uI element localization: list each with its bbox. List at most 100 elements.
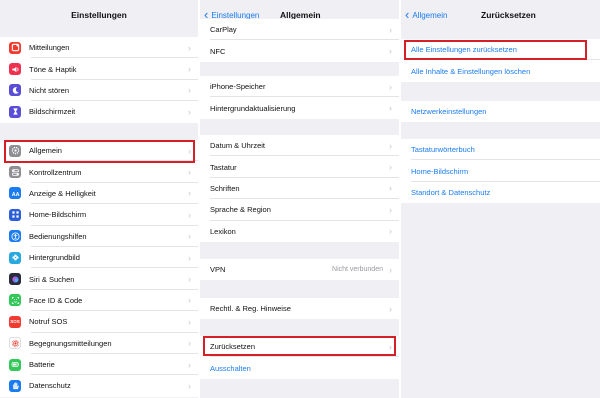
chevron-right-icon: › [389, 46, 392, 57]
list-item-alle-inhalte-einstellungen-löschen[interactable]: Alle Inhalte & Einstellungen löschen [401, 60, 600, 81]
list-item-netzwerkeinstellungen[interactable]: Netzwerkeinstellungen [401, 101, 600, 122]
chevron-right-icon: › [188, 85, 191, 96]
sidebar-item-begegnungsmitteilungen[interactable]: Begegnungsmitteilungen › [0, 333, 198, 355]
moon-icon [9, 84, 21, 97]
reset-title: Zurücksetzen [481, 10, 536, 20]
sidebar-item-label: Töne & Haptik [29, 64, 77, 74]
sidebar-item-datenschutz[interactable]: Datenschutz › [0, 375, 198, 396]
list-item-label: Schriften [210, 183, 240, 193]
list-item-iphone-speicher[interactable]: iPhone-Speicher › [200, 76, 399, 98]
list-item-hintergrundaktualisierung[interactable]: Hintergrundaktualisierung › [200, 97, 399, 118]
sidebar-item-notruf-sos[interactable]: SOS Notruf SOS › [0, 311, 198, 333]
toggles-icon [9, 166, 21, 179]
sidebar-item-label: Bildschirmzeit [29, 107, 76, 117]
sidebar-item-anzeige-helligkeit[interactable]: AA Anzeige & Helligkeit › [0, 183, 198, 205]
hand-icon [9, 379, 21, 392]
list-item-label: NFC [210, 46, 226, 56]
list-item-tastaturwörterbuch[interactable]: Tastaturwörterbuch [401, 139, 600, 161]
sidebar-item-label: Bedienungshilfen [29, 231, 87, 241]
chevron-right-icon: › [389, 81, 392, 92]
back-label: Allgemein [412, 10, 448, 20]
general-group-datetime: Datum & Uhrzeit › Tastatur › Schriften › Sprac… [200, 135, 399, 242]
sidebar-item-bildschirmzeit[interactable]: Bildschirmzeit › [0, 101, 198, 122]
list-item-label: Alle Inhalte & Einstellungen löschen [411, 66, 531, 76]
list-item-label: Netzwerkeinstellungen [411, 107, 487, 117]
sidebar-item-mitteilungen[interactable]: Mitteilungen › [0, 37, 198, 59]
chevron-right-icon: › [188, 106, 191, 117]
list-item-label: Standort & Datenschutz [411, 187, 491, 197]
notifications-icon [9, 41, 21, 54]
sidebar-item-label: Datenschutz [29, 381, 71, 391]
chevron-right-icon: › [188, 359, 191, 370]
svg-text:AA: AA [11, 192, 19, 198]
chevron-right-icon: › [389, 140, 392, 151]
back-to-general-button[interactable]: ‹ Allgemein [405, 0, 447, 30]
list-item-label: Tastatur [210, 162, 237, 172]
list-item-label: CarPlay [210, 25, 237, 35]
chevron-right-icon: › [188, 42, 191, 53]
general-group-carplay: CarPlay › NFC › [200, 19, 399, 62]
chevron-right-icon: › [188, 252, 191, 263]
sidebar-item-hintergrundbild[interactable]: Hintergrundbild › [0, 247, 198, 269]
list-item-label: Lexikon [210, 226, 236, 236]
sidebar-item-töne-haptik[interactable]: Töne & Haptik › [0, 58, 198, 81]
sidebar-item-siri-suchen[interactable]: Siri & Suchen › [0, 268, 198, 291]
reset-nav-bar: ‹ Allgemein Zurücksetzen [401, 0, 600, 30]
general-group-storage: iPhone-Speicher › Hintergrundaktualisierun… [200, 76, 399, 119]
highlight-allgemein [4, 140, 195, 163]
list-item-tastatur[interactable]: Tastatur › [200, 156, 399, 179]
list-item-rechtl-reg-hinweise[interactable]: Rechtl. & Reg. Hinweise › [200, 298, 399, 319]
list-item-schriften[interactable]: Schriften › [200, 178, 399, 200]
chevron-right-icon: › [389, 204, 392, 215]
chevron-right-icon: › [389, 183, 392, 194]
list-item-label: Datum & Uhrzeit [210, 141, 266, 151]
sidebar-item-label: Anzeige & Helligkeit [29, 188, 96, 198]
list-item-lexikon[interactable]: Lexikon › [200, 221, 399, 242]
settings-nav-bar: Einstellungen [0, 0, 198, 30]
highlight-zuruecksetzen [203, 336, 396, 356]
sidebar-item-label: Notruf SOS [29, 317, 68, 327]
list-item-vpn[interactable]: VPN Nicht verbunden › [200, 259, 399, 280]
list-item-carplay[interactable]: CarPlay › [200, 19, 399, 41]
settings-title: Einstellungen [71, 10, 127, 20]
hourglass-icon [9, 105, 21, 118]
sidebar-item-batterie[interactable]: Batterie › [0, 354, 198, 376]
list-item-label: Hintergrundaktualisierung [210, 103, 296, 113]
sidebar-item-face-id-code[interactable]: Face ID & Code › [0, 290, 198, 312]
chevron-right-icon: › [389, 24, 392, 35]
reset-group-network: Netzwerkeinstellungen [401, 101, 600, 123]
chevron-right-icon: › [188, 231, 191, 242]
chevron-right-icon: › [188, 316, 191, 327]
list-item-datum-uhrzeit[interactable]: Datum & Uhrzeit › [200, 135, 399, 157]
sidebar-item-bedienungshilfen[interactable]: Bedienungshilfen › [0, 226, 198, 248]
shutdown-button[interactable]: Ausschalten [200, 357, 399, 378]
battery-icon [9, 358, 21, 371]
sidebar-item-label: Siri & Suchen [29, 274, 75, 284]
sidebar-item-nicht-stören[interactable]: Nicht stören › [0, 80, 198, 102]
reset-group-keyboard: Tastaturwörterbuch Home-Bildschirm Standor… [401, 139, 600, 204]
chevron-right-icon: › [389, 264, 392, 275]
highlight-reset-all-settings [404, 40, 587, 60]
flower-icon [9, 251, 21, 264]
chevron-right-icon: › [188, 295, 191, 306]
list-item-label: Tastaturwörterbuch [411, 145, 475, 155]
sidebar-item-label: Batterie [29, 360, 55, 370]
accessibility-icon [9, 230, 21, 243]
chevron-right-icon: › [188, 209, 191, 220]
sidebar-item-label: Mitteilungen [29, 43, 70, 53]
list-item-home-bildschirm[interactable]: Home-Bildschirm [401, 160, 600, 183]
sidebar-item-label: Kontrollzentrum [29, 167, 82, 177]
chevron-right-icon: › [188, 167, 191, 178]
chevron-right-icon: › [188, 274, 191, 285]
siri-icon [9, 273, 21, 286]
settings-group-general: Allgemein › Kontrollzentrum › AA Anzeige & He… [0, 140, 198, 397]
sidebar-item-home-bildschirm[interactable]: Home-Bildschirm › [0, 204, 198, 226]
general-group-legal: Rechtl. & Reg. Hinweise › [200, 298, 399, 320]
text-size-icon: AA [9, 187, 21, 200]
sidebar-item-kontrollzentrum[interactable]: Kontrollzentrum › [0, 161, 198, 184]
sidebar-item-label: Home-Bildschirm [29, 210, 87, 220]
face-id-icon [9, 294, 21, 307]
list-item-sprache-region[interactable]: Sprache & Region › [200, 199, 399, 221]
list-item-standort-datenschutz[interactable]: Standort & Datenschutz [401, 182, 600, 203]
list-item-nfc[interactable]: NFC › [200, 40, 399, 61]
